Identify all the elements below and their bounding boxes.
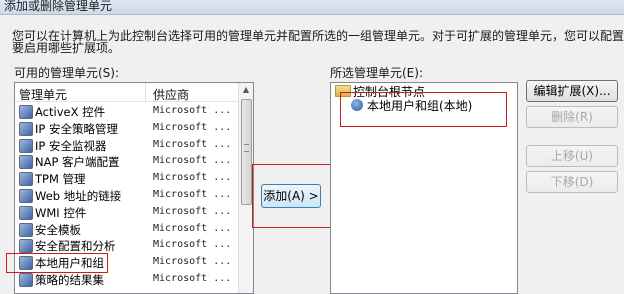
vertical-scrollbar[interactable]: ▲ (238, 83, 253, 293)
selected-snapins-label: 所选管理单元(E): (330, 66, 423, 80)
add-button[interactable]: 添加(A) > (261, 184, 321, 208)
snapin-icon (19, 239, 33, 254)
scroll-up-arrow-icon[interactable]: ▲ (239, 83, 253, 97)
column-divider[interactable] (145, 83, 146, 101)
snapin-icon (19, 105, 33, 119)
snapin-icon (19, 222, 33, 237)
snapin-icon (19, 188, 33, 203)
list-header: 管理单元 供应商 (15, 83, 239, 102)
list-item[interactable]: IP 安全策略管理 Microsoft ... (15, 120, 239, 137)
available-snapins-label: 可用的管理单元(S): (14, 66, 120, 80)
list-item[interactable]: NAP 客户端配置 Microsoft ... (15, 153, 239, 170)
snapin-icon (19, 121, 33, 136)
list-item[interactable]: WMI 控件 Microsoft ... (15, 204, 239, 221)
add-button-highlight: 添加(A) > (252, 164, 331, 228)
snapin-icon (19, 172, 33, 187)
title-bar: 添加或删除管理单元 (0, 0, 624, 15)
dialog-title: 添加或删除管理单元 (4, 0, 113, 13)
column-header-name[interactable]: 管理单元 (19, 86, 67, 103)
column-header-vendor[interactable]: 供应商 (153, 86, 189, 103)
list-item[interactable]: ActiveX 控件 Microsoft ... (15, 103, 239, 120)
snapin-icon (19, 155, 33, 170)
selected-snapins-tree[interactable]: 控制台根节点 本地用户和组(本地) (330, 82, 518, 294)
dialog-description: 您可以在计算机上为此控制台选择可用的管理单元并配置所选的一组管理单元。对于可扩展… (12, 29, 624, 55)
list-item[interactable]: 安全配置和分析 Microsoft ... (15, 237, 239, 254)
edit-extensions-button[interactable]: 编辑扩展(X)... (526, 80, 618, 102)
move-down-button[interactable]: 下移(D) (526, 171, 618, 193)
snapin-icon (19, 205, 33, 220)
list-item[interactable]: 策略的结果集 Microsoft ... (15, 271, 239, 288)
list-item[interactable]: TPM 管理 Microsoft ... (15, 170, 239, 187)
list-item[interactable]: Web 地址的链接 Microsoft ... (15, 187, 239, 204)
scrollbar-thumb[interactable] (241, 99, 252, 205)
list-item[interactable]: 安全模板 Microsoft ... (15, 221, 239, 238)
highlight-box-local-users (6, 253, 108, 273)
snapin-icon (19, 138, 33, 153)
highlight-box-selected (340, 92, 507, 127)
remove-button[interactable]: 删除(R) (526, 106, 618, 128)
grip-icon (244, 144, 249, 152)
move-up-button[interactable]: 上移(U) (526, 145, 618, 167)
list-item[interactable]: IP 安全监视器 Microsoft ... (15, 137, 239, 154)
snapin-icon (19, 272, 33, 287)
